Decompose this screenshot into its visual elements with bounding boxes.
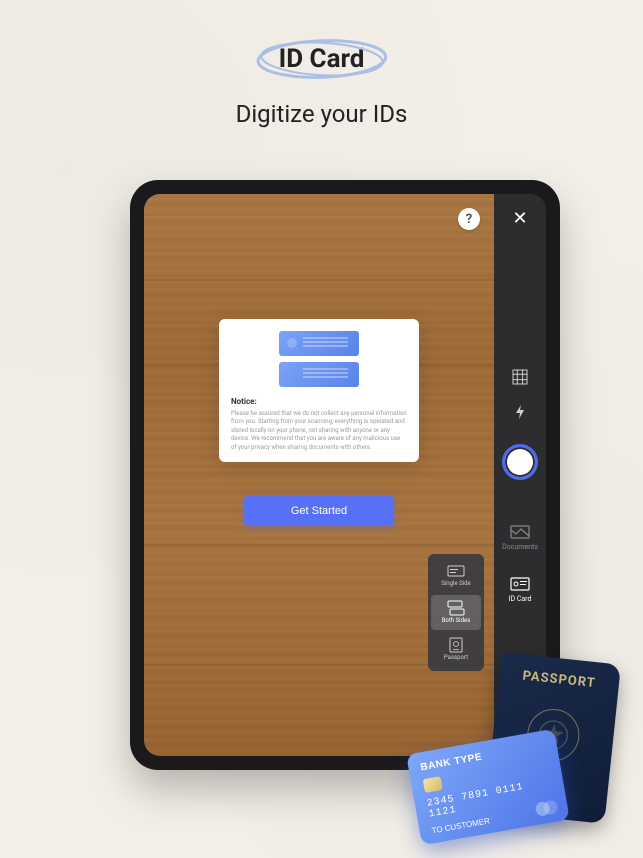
id-card-illustration [231, 331, 407, 387]
mode-label: ID Card [509, 595, 532, 603]
shutter-button[interactable] [502, 444, 538, 480]
flash-toggle[interactable] [513, 404, 527, 424]
device-screen: ? Notice: Please be assured that we do n… [144, 194, 546, 756]
documents-icon [509, 524, 531, 540]
id-card-icon [509, 576, 531, 592]
scan-type-popover: Single Side Both Sides Passport [428, 554, 484, 671]
badge-text: ID Card [279, 44, 365, 74]
mode-documents[interactable]: Documents [494, 524, 546, 551]
camera-viewport: ? Notice: Please be assured that we do n… [144, 194, 494, 756]
notice-body: Please be assured that we do not collect… [231, 410, 407, 452]
camera-sidebar: ✕ Documents [494, 194, 546, 756]
scan-type-label: Both Sides [442, 617, 471, 624]
both-sides-icon [446, 601, 466, 615]
mini-card-back-icon [279, 362, 359, 387]
hero-header: ID Card Digitize your IDs [0, 38, 643, 128]
privacy-notice-modal: Notice: Please be assured that we do not… [219, 319, 419, 462]
scan-type-label: Single Side [441, 580, 470, 587]
mode-label: Documents [502, 543, 538, 551]
scan-type-label: Passport [444, 654, 468, 661]
single-side-icon [446, 564, 466, 578]
hero-subtitle: Digitize your IDs [0, 100, 643, 128]
passport-icon [446, 638, 466, 652]
mini-card-front-icon [279, 331, 359, 356]
scan-type-both-sides[interactable]: Both Sides [431, 595, 481, 630]
help-button[interactable]: ? [458, 208, 480, 230]
get-started-button[interactable]: Get Started [244, 496, 394, 526]
scan-type-single-side[interactable]: Single Side [428, 558, 484, 593]
grid-toggle[interactable] [512, 369, 528, 389]
badge: ID Card [257, 38, 387, 80]
scan-type-passport[interactable]: Passport [428, 632, 484, 667]
grid-icon [512, 369, 528, 385]
notice-title: Notice: [231, 397, 407, 406]
mode-id-card[interactable]: ID Card [494, 576, 546, 603]
close-button[interactable]: ✕ [512, 208, 527, 229]
flash-icon [513, 404, 527, 420]
device-frame: ? Notice: Please be assured that we do n… [130, 180, 560, 770]
